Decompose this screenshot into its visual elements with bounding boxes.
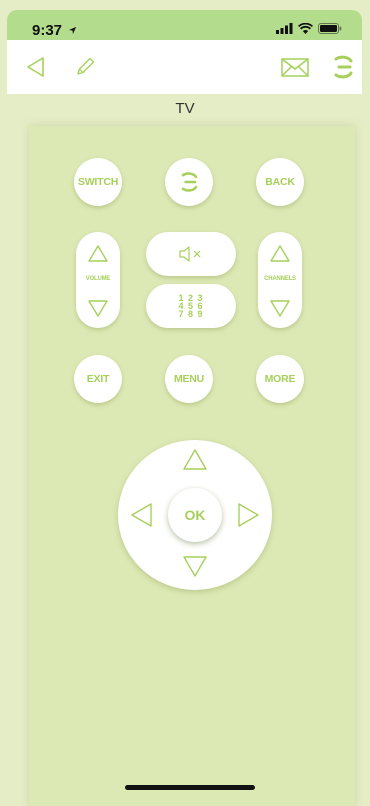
ok-button-label: OK [184, 507, 206, 523]
channel-up-icon[interactable] [269, 244, 291, 264]
dpad: OK [118, 440, 272, 590]
digits-row-3: 7 8 9 [178, 309, 204, 319]
volume-label: VOLUME [85, 276, 111, 282]
battery-icon [318, 23, 342, 34]
exit-button[interactable]: EXIT [74, 355, 122, 403]
channels-label: CHANNELS [264, 276, 296, 282]
down-arrow-icon[interactable] [182, 554, 208, 578]
channels-rocker: CHANNELS [258, 232, 302, 328]
logo-button[interactable] [165, 158, 213, 206]
device-title: TV [175, 100, 195, 117]
status-time-text: 9:37 [32, 22, 63, 39]
menu-button-label: MENU [173, 373, 205, 385]
more-button-label: MORE [264, 373, 296, 385]
brand-logo-icon[interactable] [329, 53, 357, 81]
brand-logo-icon [181, 172, 198, 192]
edit-pencil-icon[interactable] [71, 53, 99, 81]
volume-down-icon[interactable] [87, 298, 109, 318]
location-arrow-icon [69, 26, 77, 35]
digits-grid: 1 2 3 4 5 6 7 8 9 [178, 294, 204, 319]
mute-button[interactable] [146, 232, 236, 276]
menu-button[interactable]: MENU [165, 355, 213, 403]
status-bar: 9:37 [7, 10, 362, 40]
nav-bar [7, 40, 362, 94]
switch-button-label: SWITCH [77, 176, 119, 188]
volume-up-icon[interactable] [87, 244, 109, 264]
back-arrow-icon[interactable] [23, 53, 51, 81]
left-arrow-icon[interactable] [130, 502, 154, 528]
mail-icon[interactable] [279, 53, 311, 81]
exit-button-label: EXIT [86, 373, 110, 385]
home-indicator [125, 785, 255, 790]
signal-icon [276, 23, 293, 34]
channel-down-icon[interactable] [269, 298, 291, 318]
more-button[interactable]: MORE [256, 355, 304, 403]
right-arrow-icon[interactable] [236, 502, 260, 528]
back-button[interactable]: BACK [256, 158, 304, 206]
ok-button[interactable]: OK [168, 488, 222, 542]
status-icons [276, 23, 342, 34]
back-button-label: BACK [265, 176, 295, 188]
volume-rocker: VOLUME [76, 232, 120, 328]
status-time: 9:37 [32, 22, 77, 39]
switch-button[interactable]: SWITCH [74, 158, 122, 206]
digits-button[interactable]: 1 2 3 4 5 6 7 8 9 [146, 284, 236, 328]
mute-icon [179, 246, 201, 262]
up-arrow-icon[interactable] [182, 448, 208, 472]
wifi-icon [298, 23, 313, 34]
